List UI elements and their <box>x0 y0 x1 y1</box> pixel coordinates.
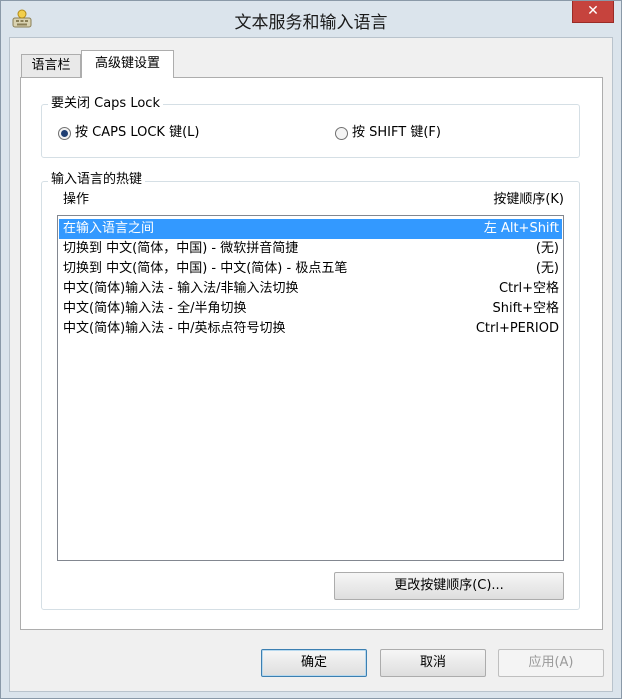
hotkey-action: 中文(简体)输入法 - 全/半角切换 <box>63 301 247 316</box>
tab-language-bar[interactable]: 语言栏 <box>21 54 81 78</box>
hotkey-keys: (无) <box>535 261 559 276</box>
ok-button[interactable]: 确定 <box>261 649 367 677</box>
apply-button[interactable]: 应用(A) <box>498 649 604 677</box>
caps-lock-radio-option[interactable] <box>58 127 71 140</box>
hotkey-keys: Shift+空格 <box>492 301 559 316</box>
dialog-window: 文本服务和输入语言 ✕ 语言栏 高级键设置 要关闭 Caps Lock 按 CA… <box>0 0 622 699</box>
hotkey-action: 切换到 中文(简体，中国) - 微软拼音简捷 <box>63 241 299 256</box>
table-row[interactable]: 切换到 中文(简体，中国) - 微软拼音简捷 (无) <box>59 239 562 259</box>
window-title: 文本服务和输入语言 <box>234 13 388 33</box>
hotkey-action: 中文(简体)输入法 - 输入法/非输入法切换 <box>63 281 299 296</box>
table-row[interactable]: 中文(简体)输入法 - 全/半角切换 Shift+空格 <box>59 299 562 319</box>
cancel-button[interactable]: 取消 <box>380 649 486 677</box>
change-key-sequence-button[interactable]: 更改按键顺序(C)... <box>334 572 564 600</box>
hotkey-keys: Ctrl+空格 <box>498 281 559 296</box>
hotkey-action: 切换到 中文(简体，中国) - 中文(简体) - 极点五笔 <box>63 261 348 276</box>
table-row[interactable]: 切换到 中文(简体，中国) - 中文(简体) - 极点五笔 (无) <box>59 259 562 279</box>
key-sequence-column-header: 按键顺序(K) <box>493 192 564 207</box>
hotkeys-group-label: 输入语言的热键 <box>48 172 146 188</box>
tab-advanced-key-settings[interactable]: 高级键设置 <box>81 50 174 78</box>
hotkey-keys: (无) <box>535 241 559 256</box>
title-bar[interactable]: 文本服务和输入语言 <box>1 1 621 37</box>
hotkey-list[interactable]: 在输入语言之间 左 Alt+Shift 切换到 中文(简体，中国) - 微软拼音… <box>57 215 564 561</box>
hotkey-keys: 左 Alt+Shift <box>483 221 559 236</box>
caps-lock-radio-label[interactable]: 按 CAPS LOCK 键(L) <box>75 125 199 141</box>
table-row[interactable]: 中文(简体)输入法 - 输入法/非输入法切换 Ctrl+空格 <box>59 279 562 299</box>
action-column-header: 操作 <box>63 192 90 207</box>
hotkey-action: 在输入语言之间 <box>63 221 155 236</box>
shift-radio-option[interactable] <box>335 127 348 140</box>
table-row[interactable]: 中文(简体)输入法 - 中/英标点符号切换 Ctrl+PERIOD <box>59 319 562 339</box>
hotkey-action: 中文(简体)输入法 - 中/英标点符号切换 <box>63 321 286 336</box>
close-icon: ✕ <box>587 3 599 19</box>
caps-lock-group-label: 要关闭 Caps Lock <box>48 96 163 112</box>
hotkey-keys: Ctrl+PERIOD <box>475 321 559 336</box>
close-button[interactable]: ✕ <box>572 1 614 23</box>
table-row[interactable]: 在输入语言之间 左 Alt+Shift <box>59 219 562 239</box>
shift-radio-label[interactable]: 按 SHIFT 键(F) <box>352 125 441 141</box>
